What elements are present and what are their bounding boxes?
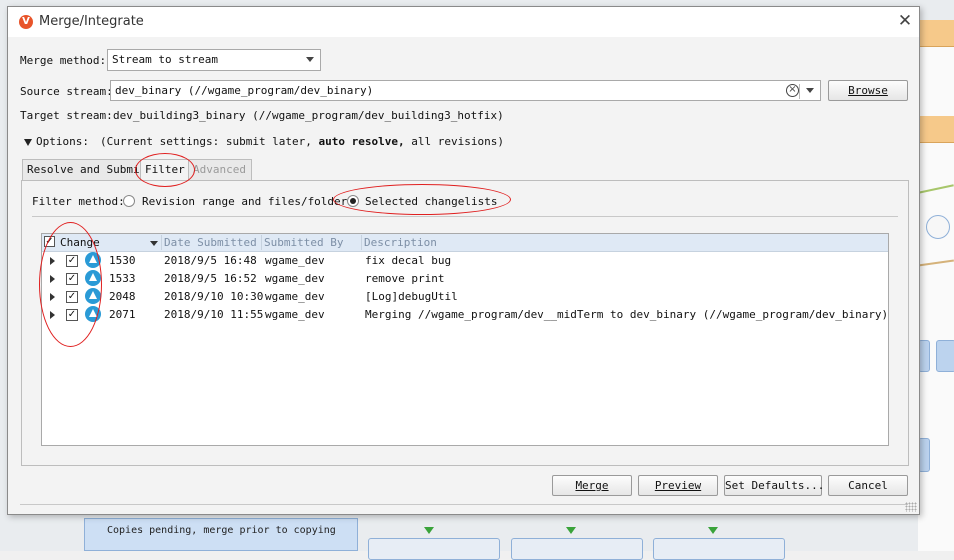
dialog-title: Merge/Integrate [39, 14, 144, 29]
background-stream-card [368, 538, 500, 560]
description: Merging //wgame_program/dev__midTerm to … [365, 308, 889, 321]
merge-button[interactable]: Merge [552, 475, 632, 496]
changelist-table: ✓ Change Date Submitted Submitted By Des… [41, 233, 889, 446]
table-row[interactable]: ✓ 1533 2018/9/5 16:52 wgame_dev remove p… [42, 270, 888, 288]
target-stream-value: dev_building3_binary (//wgame_program/de… [113, 109, 504, 122]
filter-method-label: Filter method: [32, 195, 125, 208]
date-submitted: 2018/9/5 16:52 [164, 272, 257, 285]
radio-selected-changelists[interactable] [347, 195, 359, 207]
merge-integrate-dialog: V Merge/Integrate ✕ Merge method: Stream… [7, 6, 920, 515]
row-checkbox[interactable]: ✓ [66, 309, 78, 321]
background-pending-note: Copies pending, merge prior to copying [84, 518, 358, 551]
tab-advanced: Advanced [188, 159, 252, 180]
target-stream-label: Target stream: [20, 109, 113, 122]
background-merge-arrow-icon [566, 527, 576, 534]
cancel-button[interactable]: Cancel [828, 475, 908, 496]
change-number: 2048 [109, 290, 136, 303]
submitted-by: wgame_dev [265, 254, 325, 267]
description: [Log]debugUtil [365, 290, 458, 303]
background-node-icon [926, 215, 950, 239]
row-checkbox[interactable]: ✓ [66, 255, 78, 267]
changelist-icon [85, 288, 101, 304]
app-logo-icon: V [19, 15, 33, 29]
divider [20, 504, 908, 505]
merge-method-value: Stream to stream [112, 53, 218, 66]
column-header-date[interactable]: Date Submitted [164, 236, 257, 249]
combo-divider [799, 84, 800, 99]
background-stream-header [918, 20, 954, 47]
submitted-by: wgame_dev [265, 290, 325, 303]
expand-arrow-icon[interactable] [50, 293, 55, 301]
options-summary: (Current settings: submit later, auto re… [100, 135, 504, 148]
background-stream-node [936, 340, 954, 372]
chevron-down-icon [306, 57, 314, 62]
submitted-by: wgame_dev [265, 272, 325, 285]
options-label: Options: [36, 135, 89, 148]
merge-method-label: Merge method: [20, 54, 107, 67]
chevron-down-icon[interactable] [806, 88, 814, 93]
column-header-change[interactable]: Change [60, 236, 100, 249]
submitted-by: wgame_dev [265, 308, 325, 321]
change-number: 1533 [109, 272, 136, 285]
select-all-checkbox[interactable]: ✓ [44, 236, 55, 247]
source-stream-input[interactable]: dev_binary (//wgame_program/dev_binary) … [110, 80, 821, 101]
changelist-icon [85, 306, 101, 322]
column-separator[interactable] [361, 235, 362, 250]
tab-filter[interactable]: Filter [140, 159, 195, 182]
background-merge-arrow-icon [708, 527, 718, 534]
revision-range-label[interactable]: Revision range and files/folders [142, 195, 354, 208]
expand-arrow-icon[interactable] [50, 311, 55, 319]
browse-button[interactable]: Browse [828, 80, 908, 101]
resize-grip-icon[interactable] [905, 502, 917, 512]
background-stream-card [511, 538, 643, 560]
radio-revision-range[interactable] [123, 195, 135, 207]
clear-icon[interactable]: × [786, 84, 799, 97]
row-checkbox[interactable]: ✓ [66, 273, 78, 285]
table-header: ✓ Change Date Submitted Submitted By Des… [42, 234, 888, 252]
change-number: 2071 [109, 308, 136, 321]
table-row[interactable]: ✓ 1530 2018/9/5 16:48 wgame_dev fix deca… [42, 252, 888, 270]
divider [32, 216, 898, 217]
expand-arrow-icon[interactable] [50, 275, 55, 283]
preview-button[interactable]: Preview [638, 475, 718, 496]
selected-changelists-label[interactable]: Selected changelists [365, 195, 497, 208]
changelist-icon [85, 252, 101, 268]
sort-desc-icon [150, 241, 158, 246]
changelist-icon [85, 270, 101, 286]
date-submitted: 2018/9/5 16:48 [164, 254, 257, 267]
column-separator[interactable] [161, 235, 162, 250]
column-separator[interactable] [261, 235, 262, 250]
tab-resolve-and-submit[interactable]: Resolve and Submit [22, 159, 146, 180]
background-stream-header [918, 116, 954, 143]
triangle-down-icon [24, 138, 32, 146]
background-merge-arrow-icon [424, 527, 434, 534]
close-icon[interactable]: ✕ [894, 10, 916, 32]
description: remove print [365, 272, 445, 285]
date-submitted: 2018/9/10 10:30 [164, 290, 264, 303]
options-toggle[interactable]: Options: [24, 135, 89, 148]
source-stream-label: Source stream: [20, 85, 113, 98]
expand-arrow-icon[interactable] [50, 257, 55, 265]
set-defaults-button[interactable]: Set Defaults... [724, 475, 824, 496]
merge-method-select[interactable]: Stream to stream [107, 49, 321, 71]
title-bar: V Merge/Integrate ✕ [8, 7, 919, 37]
row-checkbox[interactable]: ✓ [66, 291, 78, 303]
change-number: 1530 [109, 254, 136, 267]
table-row[interactable]: ✓ 2048 2018/9/10 10:30 wgame_dev [Log]de… [42, 288, 888, 306]
table-row[interactable]: ✓ 2071 2018/9/10 11:55 wgame_dev Merging… [42, 306, 888, 324]
source-stream-value: dev_binary (//wgame_program/dev_binary) [115, 84, 374, 97]
background-stream-card [653, 538, 785, 560]
description: fix decal bug [365, 254, 452, 267]
date-submitted: 2018/9/10 11:55 [164, 308, 264, 321]
column-header-user[interactable]: Submitted By [264, 236, 343, 249]
column-header-description[interactable]: Description [364, 236, 437, 249]
